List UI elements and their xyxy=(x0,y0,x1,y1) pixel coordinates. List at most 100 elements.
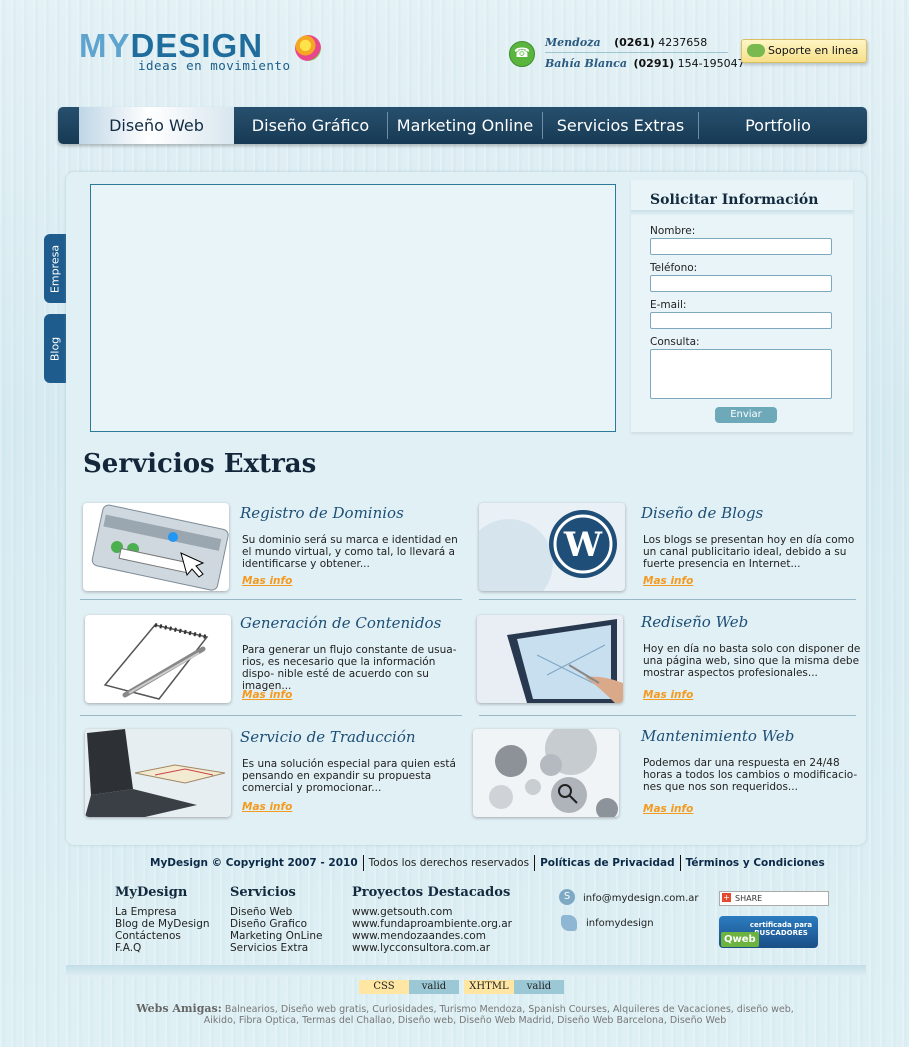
logo-my: MY xyxy=(79,27,131,64)
qweb-certified-badge[interactable]: certificada para BUSCADORES Qweb xyxy=(719,916,818,948)
support-online-button[interactable]: Soporte en linea xyxy=(741,39,867,63)
nav-marketing-online[interactable]: Marketing Online xyxy=(388,107,542,144)
footer-link[interactable]: Diseño Web xyxy=(230,906,292,918)
service-thumb-contenidos[interactable] xyxy=(85,615,231,703)
css-badge-label[interactable]: CSS xyxy=(359,980,409,994)
footer-link[interactable]: Contáctenos xyxy=(115,930,181,942)
footer-divider xyxy=(362,855,364,871)
service-desc-traduccion: Es una solución especial para quien está… xyxy=(242,758,456,794)
skype-icon: S xyxy=(559,889,575,905)
contact-email[interactable]: info@mydesign.com.ar xyxy=(583,893,699,904)
services-divider xyxy=(479,599,856,600)
service-title-dominios[interactable]: Registro de Dominios xyxy=(240,504,404,522)
footer-link[interactable]: Diseño Grafico xyxy=(230,918,307,930)
phone-icon: ☎ xyxy=(509,41,535,67)
service-desc-mantenimiento: Podemos dar una respuesta en 24/48 horas… xyxy=(643,757,858,793)
logo-flower-icon xyxy=(295,35,321,61)
touchscreen-icon xyxy=(507,619,623,703)
privacy-link[interactable]: Políticas de Privacidad xyxy=(540,857,675,869)
contact-messenger[interactable]: infomydesign xyxy=(586,918,654,929)
footer-copyright-bar: MyDesign © Copyright 2007 - 2010 Todos lo… xyxy=(150,855,825,871)
side-tab-blog[interactable]: Blog xyxy=(44,314,66,383)
footer-link[interactable]: www.getsouth.com xyxy=(352,906,452,918)
service-desc-blogs: Los blogs se presentan hoy en día como u… xyxy=(643,534,855,570)
more-info-link-mantenimiento[interactable]: Mas info xyxy=(643,803,693,815)
footer-link[interactable]: www.lycconsultora.com.ar xyxy=(352,942,490,954)
side-tab-empresa[interactable]: Empresa xyxy=(44,234,66,303)
service-desc-rediseno: Hoy en día no basta solo con disponer de… xyxy=(643,643,861,679)
amigas-label: Webs Amigas: xyxy=(136,1002,222,1015)
submit-button[interactable]: Enviar xyxy=(715,407,777,423)
form-title-divider xyxy=(631,210,853,216)
service-title-contenidos[interactable]: Generación de Contenidos xyxy=(240,614,441,632)
phone-bahia-blanca: Bahía Blanca (0291) 154-195047 xyxy=(545,57,745,70)
footer-link[interactable]: La Empresa xyxy=(115,906,177,918)
footer-link[interactable]: www.fundaproambiente.org.ar xyxy=(352,918,512,930)
email-input[interactable] xyxy=(650,312,832,329)
service-thumb-mantenimiento[interactable] xyxy=(473,729,619,817)
footer-link[interactable]: F.A.Q xyxy=(115,942,141,954)
footer-link[interactable]: www.mendozaandes.com xyxy=(352,930,486,942)
footer-strip xyxy=(66,965,866,977)
footer-link[interactable]: Blog de MyDesign xyxy=(115,918,210,930)
services-divider xyxy=(479,715,856,716)
email-label: E-mail: xyxy=(650,299,687,311)
notepad-pen-icon xyxy=(103,623,209,700)
amigas-links[interactable]: Balnearios, Diseño web gratis, Curiosida… xyxy=(204,1004,794,1026)
footer-link[interactable]: Servicios Extra xyxy=(230,942,308,954)
phone-input[interactable] xyxy=(650,275,832,292)
nav-portfolio[interactable]: Portfolio xyxy=(699,107,857,144)
xhtml-badge-status[interactable]: valid xyxy=(514,980,564,994)
service-thumb-rediseno[interactable] xyxy=(477,615,623,703)
share-plus-icon: + xyxy=(722,893,731,902)
footer-link[interactable]: Marketing OnLine xyxy=(230,930,322,942)
xhtml-badge-label[interactable]: XHTML xyxy=(464,980,514,994)
more-info-link-dominios[interactable]: Mas info xyxy=(242,575,292,587)
more-info-link-rediseno[interactable]: Mas info xyxy=(643,689,693,701)
query-label: Consulta: xyxy=(650,336,700,348)
service-title-blogs[interactable]: Diseño de Blogs xyxy=(641,504,763,522)
webs-amigas: Webs Amigas: Balnearios, Diseño web grat… xyxy=(120,1003,810,1026)
messenger-icon xyxy=(561,915,577,931)
logo-tagline: ideas en movimiento xyxy=(138,58,291,73)
svg-text:W: W xyxy=(563,525,603,565)
footer-divider xyxy=(534,855,536,871)
wordpress-icon: W xyxy=(479,510,617,591)
form-title: Solicitar Información xyxy=(650,192,819,208)
section-title: Servicios Extras xyxy=(83,449,317,479)
service-desc-dominios: Su dominio será su marca e identidad en … xyxy=(242,534,458,570)
main-nav: Diseño Web Diseño Gráfico Marketing Onli… xyxy=(58,107,867,144)
service-thumb-traduccion[interactable] xyxy=(85,729,231,817)
css-badge-status[interactable]: valid xyxy=(409,980,459,994)
services-divider xyxy=(80,715,462,716)
query-textarea[interactable] xyxy=(650,349,832,399)
rights-text: Todos los derechos reservados xyxy=(368,857,530,869)
chat-bubbles-icon xyxy=(747,43,765,57)
info-request-form: Solicitar Información Nombre: Teléfono: … xyxy=(631,180,853,432)
terms-link[interactable]: Términos y Condiciones xyxy=(686,857,825,869)
service-title-traduccion[interactable]: Servicio de Traducción xyxy=(240,728,416,746)
share-button[interactable]: + SHARE xyxy=(719,891,829,906)
service-title-rediseno[interactable]: Rediseño Web xyxy=(641,613,748,631)
phone-divider xyxy=(545,52,728,53)
service-thumb-dominios[interactable] xyxy=(83,503,229,591)
nav-diseno-web[interactable]: Diseño Web xyxy=(79,107,234,144)
footer-col-title-servicios: Servicios xyxy=(230,885,296,900)
featured-slider[interactable] xyxy=(90,184,616,432)
nav-diseno-grafico[interactable]: Diseño Gráfico xyxy=(234,107,387,144)
services-divider xyxy=(80,599,462,600)
service-thumb-blogs[interactable]: W xyxy=(479,503,625,591)
footer-col-title-mydesign: MyDesign xyxy=(115,885,188,900)
laptop-book-icon xyxy=(85,729,226,817)
nav-servicios-extras[interactable]: Servicios Extras xyxy=(543,107,698,144)
more-info-link-contenidos[interactable]: Mas info xyxy=(242,689,292,701)
web-tools-icon xyxy=(489,729,618,817)
phone-label: Teléfono: xyxy=(650,262,698,274)
more-info-link-blogs[interactable]: Mas info xyxy=(643,575,693,587)
copyright-text: MyDesign © Copyright 2007 - 2010 xyxy=(150,857,358,869)
phone-mendoza: Mendoza (0261) 4237658 xyxy=(545,36,708,49)
name-input[interactable] xyxy=(650,238,832,255)
browser-address-bar-icon xyxy=(91,504,229,591)
service-title-mantenimiento[interactable]: Mantenimiento Web xyxy=(641,727,794,745)
more-info-link-traduccion[interactable]: Mas info xyxy=(242,801,292,813)
